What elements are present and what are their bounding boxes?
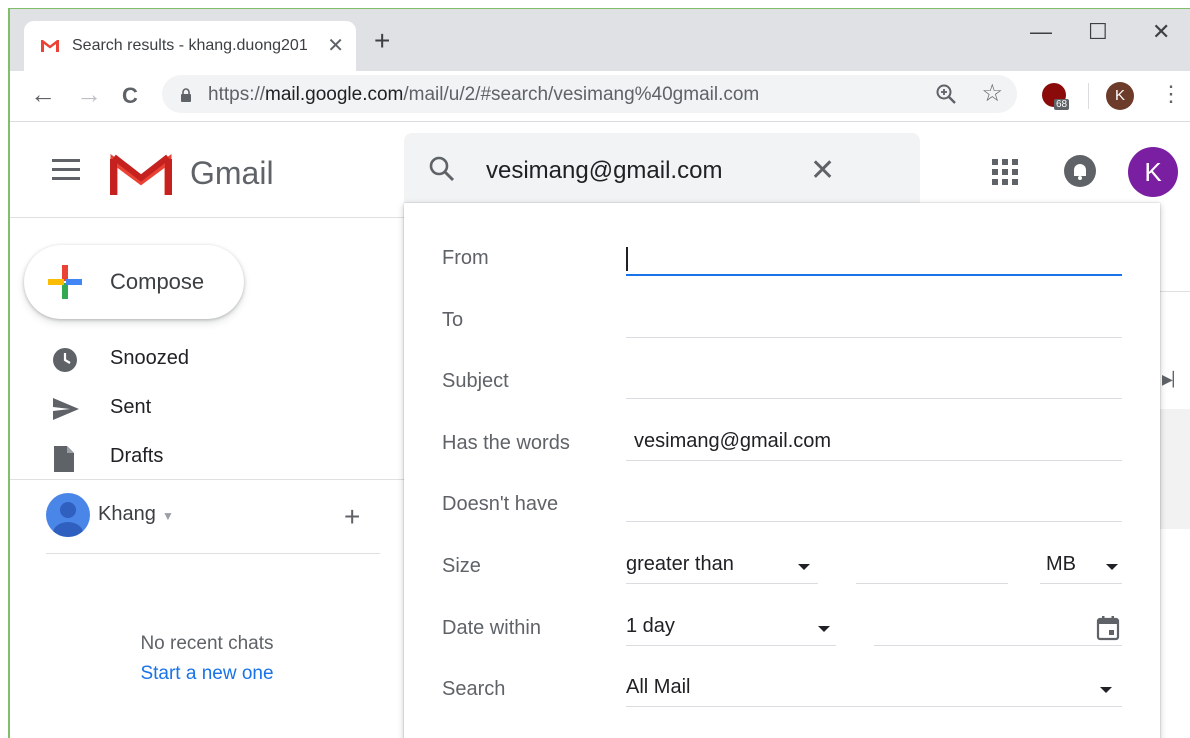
hangouts-avatar[interactable] bbox=[46, 493, 90, 537]
from-row: From bbox=[404, 239, 1160, 279]
toolbar-divider bbox=[1088, 83, 1089, 109]
doesnt-have-label: Doesn't have bbox=[442, 493, 559, 515]
search-icon[interactable] bbox=[428, 155, 456, 188]
gmail-logo-icon[interactable] bbox=[110, 151, 172, 200]
advanced-search-panel: From To Subject Has the words vesimang@g… bbox=[404, 203, 1160, 738]
to-label: To bbox=[442, 309, 464, 331]
sidebar-divider bbox=[10, 479, 404, 480]
gmail-wordmark: Gmail bbox=[190, 155, 274, 191]
search-in-label: Search bbox=[442, 678, 506, 700]
size-unit-value: MB bbox=[1046, 553, 1076, 575]
url-text: https://mail.google.com/mail/u/2/#search… bbox=[208, 84, 760, 105]
size-row: Size greater than MB bbox=[404, 547, 1160, 587]
size-unit-chevron-down-icon bbox=[1106, 564, 1118, 570]
bookmark-star-icon[interactable]: ☆ bbox=[981, 79, 1003, 108]
has-words-label: Has the words bbox=[442, 432, 570, 454]
search-in-underline bbox=[626, 706, 1122, 707]
reload-button[interactable]: C bbox=[122, 83, 138, 109]
date-input-underline bbox=[874, 645, 1122, 646]
chevron-down-icon[interactable]: ▼ bbox=[162, 509, 174, 523]
extension-badge: 68 bbox=[1054, 99, 1070, 110]
size-label: Size bbox=[442, 555, 481, 577]
start-new-chat-link[interactable]: Start a new one bbox=[10, 663, 404, 685]
header-divider bbox=[10, 217, 404, 218]
date-within-chevron-down-icon bbox=[818, 626, 830, 632]
forward-button[interactable]: → bbox=[76, 81, 102, 107]
sidebar-item-drafts[interactable]: Drafts bbox=[52, 441, 382, 477]
toolbar-divider-right bbox=[1160, 291, 1190, 292]
gmail-favicon-icon bbox=[40, 39, 60, 58]
date-within-value: 1 day bbox=[626, 615, 675, 637]
tab-title: Search results - khang.duong201 bbox=[72, 37, 308, 54]
search-in-value: All Mail bbox=[626, 676, 691, 698]
browser-profile-avatar[interactable]: K bbox=[1106, 82, 1134, 110]
lock-icon bbox=[180, 88, 192, 107]
has-words-field-underline[interactable] bbox=[626, 460, 1122, 461]
doesnt-have-field-underline[interactable] bbox=[626, 521, 1122, 522]
zoom-icon[interactable] bbox=[935, 83, 957, 110]
compose-label: Compose bbox=[110, 269, 205, 294]
sidebar-item-sent[interactable]: Sent bbox=[52, 392, 382, 428]
browser-menu-icon[interactable]: ⋮ bbox=[1160, 81, 1182, 107]
doesnt-have-row: Doesn't have bbox=[404, 485, 1160, 525]
minimize-button[interactable]: — bbox=[1030, 19, 1052, 45]
browser-window: Search results - khang.duong201 ✕ + — ☐ … bbox=[8, 8, 1190, 738]
has-words-input[interactable]: vesimang@gmail.com bbox=[634, 430, 831, 453]
sidebar-item-snoozed[interactable]: Snoozed bbox=[52, 343, 382, 379]
older-page-icon[interactable]: ▶▏ bbox=[1162, 371, 1184, 388]
subject-field-underline[interactable] bbox=[626, 398, 1122, 399]
new-tab-button[interactable]: + bbox=[374, 27, 390, 55]
sidebar-item-label: Drafts bbox=[110, 445, 164, 467]
subject-row: Subject bbox=[404, 362, 1160, 402]
has-words-row: Has the words vesimang@gmail.com bbox=[404, 424, 1160, 464]
date-within-row: Date within 1 day bbox=[404, 609, 1160, 649]
close-window-button[interactable]: ✕ bbox=[1152, 19, 1170, 45]
address-bar[interactable]: https://mail.google.com/mail/u/2/#search… bbox=[162, 75, 1017, 113]
main-menu-icon[interactable] bbox=[52, 159, 80, 181]
add-chat-button[interactable]: + bbox=[344, 503, 360, 531]
tab-close-icon[interactable]: ✕ bbox=[327, 33, 344, 58]
browser-tab[interactable]: Search results - khang.duong201 ✕ bbox=[24, 21, 356, 71]
size-comparator-chevron-down-icon bbox=[798, 564, 810, 570]
sidebar-item-label: Snoozed bbox=[110, 347, 189, 369]
email-list-background bbox=[1160, 409, 1190, 529]
back-button[interactable]: ← bbox=[30, 81, 56, 107]
search-input[interactable]: vesimang@gmail.com bbox=[486, 157, 722, 185]
size-comparator-value: greater than bbox=[626, 553, 734, 575]
maximize-button[interactable]: ☐ bbox=[1088, 19, 1108, 45]
clear-search-icon[interactable]: ✕ bbox=[810, 153, 835, 188]
search-bar[interactable]: vesimang@gmail.com ✕ bbox=[404, 133, 920, 203]
search-in-chevron-down-icon bbox=[1100, 687, 1112, 693]
from-label: From bbox=[442, 247, 489, 269]
hangouts-user-name[interactable]: Khang bbox=[98, 503, 156, 526]
hangouts-divider bbox=[46, 553, 380, 554]
send-icon bbox=[52, 396, 80, 427]
date-within-underline bbox=[626, 645, 836, 646]
draft-icon bbox=[52, 445, 76, 478]
to-field-underline[interactable] bbox=[626, 337, 1122, 338]
size-comparator-underline bbox=[626, 583, 818, 584]
no-recent-chats-text: No recent chats bbox=[140, 633, 274, 654]
tab-strip: Search results - khang.duong201 ✕ + — ☐ … bbox=[10, 9, 1190, 71]
browser-toolbar: ← → C https://mail.google.com/mail/u/2/#… bbox=[10, 71, 1190, 122]
date-within-label: Date within bbox=[442, 617, 541, 639]
from-field-underline[interactable] bbox=[626, 274, 1122, 276]
to-row: To bbox=[404, 301, 1160, 341]
text-cursor bbox=[626, 247, 628, 271]
size-value-underline bbox=[856, 583, 1008, 584]
search-in-row: Search All Mail bbox=[404, 670, 1160, 710]
notifications-icon[interactable] bbox=[1064, 155, 1096, 187]
apps-grid-icon[interactable] bbox=[992, 159, 1020, 187]
size-unit-underline bbox=[1040, 583, 1122, 584]
sidebar-item-label: Sent bbox=[110, 396, 152, 418]
calendar-icon[interactable] bbox=[1096, 615, 1120, 646]
subject-label: Subject bbox=[442, 370, 509, 392]
clock-icon bbox=[52, 347, 78, 378]
account-avatar[interactable]: K bbox=[1128, 147, 1178, 197]
compose-plus-icon bbox=[46, 263, 84, 306]
compose-button[interactable]: Compose bbox=[24, 245, 244, 319]
